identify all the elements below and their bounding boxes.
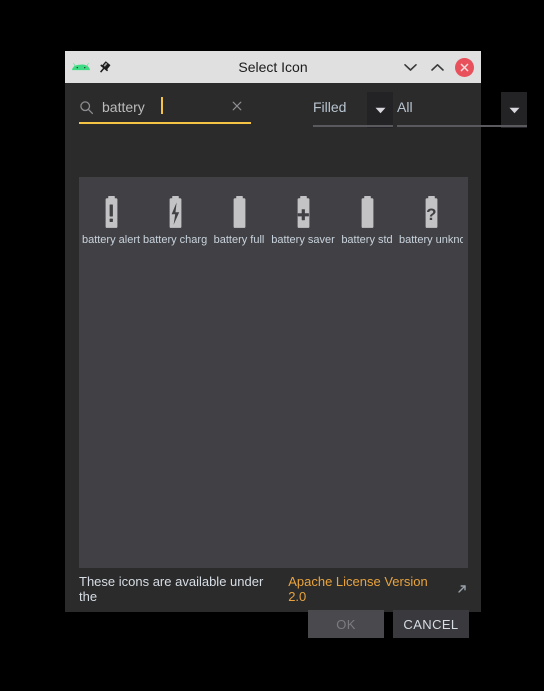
icon-cell[interactable]: battery saver: [271, 183, 335, 255]
battery-std-icon: [354, 195, 380, 229]
chevron-down-icon: [375, 107, 385, 113]
close-icon: [460, 63, 469, 71]
icon-label: battery unkno: [399, 234, 463, 246]
battery-unknown-icon: ?: [418, 195, 444, 229]
titlebar-left-icons: [72, 60, 112, 75]
battery-charging-icon: [162, 195, 188, 229]
icon-cell[interactable]: ? battery unkno: [399, 183, 463, 255]
category-filter-label: All: [397, 99, 413, 115]
chevron-down-icon: [404, 63, 417, 71]
icon-label: battery full: [213, 234, 265, 246]
search-underline: [79, 122, 251, 124]
icon-cell[interactable]: battery std: [335, 183, 399, 255]
icon-label: battery std: [341, 234, 393, 246]
license-note: These icons are available under the Apac…: [79, 574, 468, 604]
icon-grid: battery alert battery chargi battery full b…: [79, 177, 468, 255]
search-filter-row: Filled All: [65, 83, 527, 136]
search-icon: [79, 100, 94, 115]
chevron-down-icon: [509, 107, 519, 113]
minimize-button[interactable]: [401, 58, 420, 77]
pin-icon[interactable]: [97, 60, 112, 75]
maximize-button[interactable]: [428, 58, 447, 77]
battery-full-icon: [226, 195, 252, 229]
icon-cell[interactable]: battery chargi: [143, 183, 207, 255]
icon-results-panel[interactable]: battery alert battery chargi battery full b…: [79, 177, 468, 568]
external-link-icon[interactable]: [456, 583, 468, 595]
android-logo-icon: [72, 61, 90, 74]
icon-label: battery alert: [81, 234, 141, 246]
clear-search-icon[interactable]: [230, 99, 244, 113]
battery-saver-icon: [290, 195, 316, 229]
category-filter-dropdown[interactable]: All: [397, 92, 527, 136]
dialog-button-row: OK CANCEL: [308, 610, 469, 638]
search-input[interactable]: [102, 96, 232, 118]
apache-license-link[interactable]: Apache License Version 2.0: [288, 574, 448, 604]
window-controls: [401, 57, 481, 77]
text-caret: [161, 97, 163, 114]
category-filter-underline: [397, 125, 527, 127]
style-filter-arrow-button[interactable]: [367, 92, 393, 128]
license-note-text: These icons are available under the: [79, 574, 264, 604]
icon-label: battery saver: [271, 234, 335, 246]
ok-button[interactable]: OK: [308, 610, 384, 638]
category-filter-arrow-button[interactable]: [501, 92, 527, 128]
style-filter-underline: [313, 125, 393, 127]
battery-alert-icon: [98, 195, 124, 229]
search-field[interactable]: [79, 96, 251, 124]
dialog-body: Filled All battery alert: [65, 83, 527, 638]
icon-cell[interactable]: battery alert: [79, 183, 143, 255]
icon-cell[interactable]: battery full: [207, 183, 271, 255]
style-filter-dropdown[interactable]: Filled: [313, 92, 393, 136]
svg-text:?: ?: [426, 205, 436, 224]
style-filter-label: Filled: [313, 99, 347, 115]
close-button[interactable]: [455, 57, 474, 77]
cancel-button[interactable]: CANCEL: [393, 610, 469, 638]
select-icon-dialog: Select Icon battery Filled All battery a…: [65, 51, 527, 638]
icon-label: battery chargi: [143, 234, 207, 246]
chevron-up-icon: [431, 63, 444, 71]
window-titlebar: Select Icon: [65, 51, 481, 83]
